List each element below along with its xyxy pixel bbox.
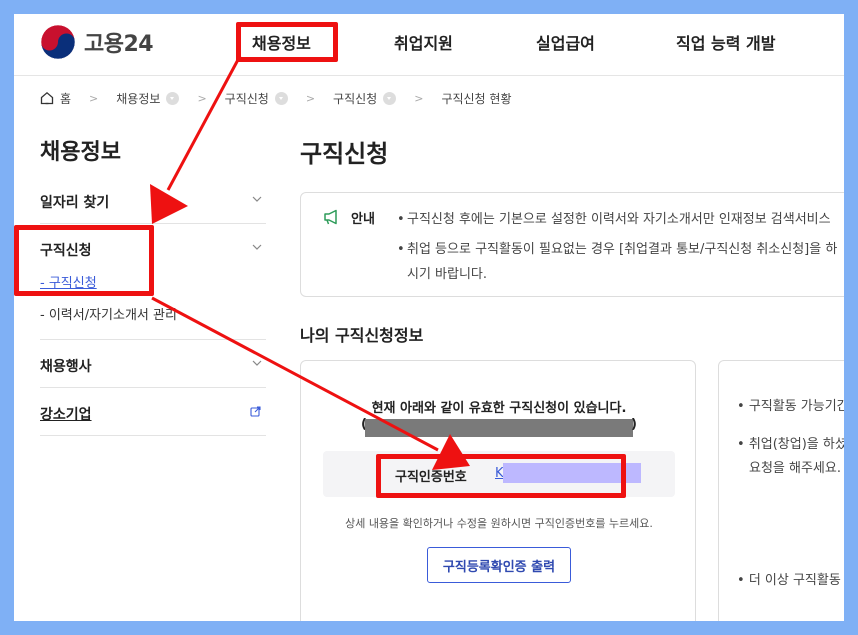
- breadcrumb-recruit-info[interactable]: 채용정보: [116, 90, 160, 107]
- chevron-right-icon: >: [305, 91, 316, 105]
- notice-text-1: 구직신청 후에는 기본으로 설정한 이력서와 자기소개서만 인재정보 검색서비스: [407, 212, 831, 227]
- browser-page: 고용24 채용정보 취업지원 실업급여 직업 능력 개발 홈 > 채용정보 > …: [14, 14, 844, 621]
- site-header: 고용24 채용정보 취업지원 실업급여 직업 능력 개발: [14, 14, 844, 76]
- breadcrumb-current: 구직신청 현황: [441, 91, 512, 106]
- page-title: 구직신청: [300, 140, 389, 168]
- nav-recruit-info[interactable]: 채용정보: [252, 30, 311, 54]
- chevron-down-icon: [252, 360, 262, 366]
- cert-help-text: 상세 내용을 확인하거나 수정을 원하시면 구직인증번호를 누르세요.: [345, 517, 653, 530]
- info-card: • 구직활동 가능기간 • 취업(창업)을 하셨 요청을 해주세요. • 더 이…: [718, 360, 844, 621]
- sidebar-sub-label: - 구직신청: [40, 276, 97, 291]
- info-text: 구직활동 가능기간: [748, 399, 844, 414]
- breadcrumb-job-application-sub[interactable]: 구직신청: [333, 90, 377, 107]
- sidebar-sub-resume-management[interactable]: - 이력서/자기소개서 관리: [40, 304, 177, 323]
- sidebar-item-label: 일자리 찾기: [40, 195, 110, 211]
- breadcrumb-job-application[interactable]: 구직신청: [225, 90, 269, 107]
- nav-unemployment-benefits[interactable]: 실업급여: [536, 30, 595, 54]
- sidebar-item-job-search[interactable]: 일자리 찾기: [40, 192, 266, 212]
- notice-box: 안내 • 구직신청 후에는 기본으로 설정한 이력서와 자기소개서만 인재정보 검…: [300, 192, 844, 297]
- logo-text: 고용24: [84, 32, 154, 57]
- dropdown-icon[interactable]: [274, 91, 288, 105]
- dropdown-icon[interactable]: [383, 91, 397, 105]
- sidebar-item-label: 강소기업: [40, 407, 92, 423]
- megaphone-icon: [324, 209, 337, 225]
- info-text-2: • 취업(창업)을 하셨: [737, 433, 844, 452]
- sidebar-item-label: 채용행사: [40, 359, 92, 375]
- chevron-up-icon: [252, 244, 262, 250]
- divider: [40, 339, 266, 340]
- external-link-icon: [250, 406, 261, 417]
- notice-label: 안내: [351, 212, 375, 227]
- notice-text-3: 시기 바랍니다.: [407, 267, 488, 282]
- paren-close: ): [631, 417, 637, 432]
- sidebar-item-job-application[interactable]: 구직신청: [40, 240, 266, 260]
- chevron-right-icon: >: [414, 91, 424, 105]
- nav-vocational-training[interactable]: 직업 능력 개발: [676, 30, 775, 54]
- notice-text: • 구직신청 후에는 기본으로 설정한 이력서와 자기소개서만 인재정보 검색서비…: [397, 212, 831, 227]
- redacted-period: [365, 419, 633, 437]
- print-registration-certificate-button[interactable]: 구직등록확인증 출력: [427, 547, 571, 583]
- cert-number-box: 구직인증번호 K: [323, 451, 675, 497]
- sidebar-title: 채용정보: [40, 140, 121, 165]
- taegeuk-logo-icon: [40, 24, 76, 60]
- notice-text: • 취업 등으로 구직활동이 필요없는 경우 [취업결과 통보/구직신청 취소신청…: [397, 242, 838, 257]
- chevron-down-icon: [252, 196, 262, 202]
- cert-number-label: 구직인증번호: [395, 470, 467, 485]
- info-text-3: 요청을 해주세요.: [749, 461, 841, 476]
- sidebar-sub-job-application[interactable]: - 구직신청: [40, 272, 97, 291]
- info-text: 더 이상 구직활동: [748, 573, 841, 588]
- notice-text-2: 취업 등으로 구직활동이 필요없는 경우 [취업결과 통보/구직신청 취소신청]…: [407, 242, 838, 257]
- dropdown-icon[interactable]: [166, 91, 180, 105]
- site-logo[interactable]: 고용24: [40, 24, 154, 60]
- info-text: 취업(창업)을 하셨: [748, 437, 844, 452]
- chevron-right-icon: >: [89, 91, 99, 105]
- sidebar-item-label: 구직신청: [40, 243, 92, 259]
- redacted-cert-number: [503, 463, 641, 483]
- divider: [40, 435, 266, 436]
- sidebar-item-job-fair[interactable]: 채용행사: [40, 356, 266, 376]
- application-info-card: 현재 아래와 같이 유효한 구직신청이 있습니다. ( ) 구직인증번호 K 상…: [300, 360, 696, 621]
- info-text-1: • 구직활동 가능기간: [737, 395, 844, 414]
- section-title: 나의 구직신청정보: [300, 326, 424, 345]
- chevron-right-icon: >: [197, 91, 207, 105]
- home-icon[interactable]: [40, 91, 54, 105]
- divider: [40, 223, 266, 224]
- info-text-4: • 더 이상 구직활동: [737, 573, 841, 588]
- breadcrumb: 홈 > 채용정보 > 구직신청 > 구직신청 > 구직신청 현황: [40, 88, 512, 108]
- breadcrumb-home[interactable]: 홈: [60, 90, 71, 107]
- sidebar-item-small-giant-company[interactable]: 강소기업: [40, 404, 266, 424]
- divider: [40, 387, 266, 388]
- nav-employment-support[interactable]: 취업지원: [394, 30, 453, 54]
- valid-application-message: 현재 아래와 같이 유효한 구직신청이 있습니다.: [371, 401, 627, 416]
